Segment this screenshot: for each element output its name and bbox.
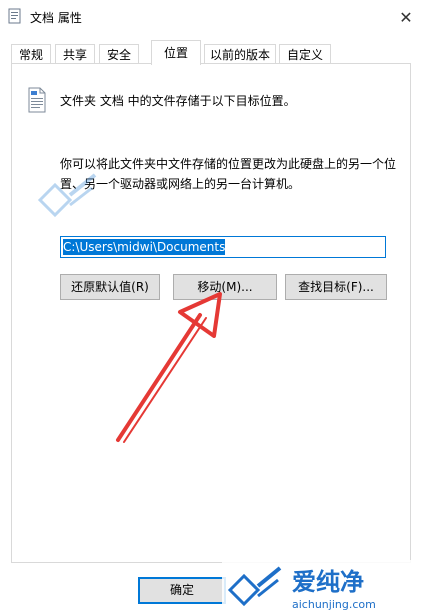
close-icon: ✕ (399, 7, 413, 27)
location-explanation: 你可以将此文件夹中文件存储的位置更改为此硬盘上的另一个位置、另一个驱动器或网络上… (60, 157, 397, 191)
watermark-logo-icon (37, 173, 97, 218)
path-value: C:\Users\midwi\Documents (63, 239, 226, 255)
watermark-brand: 爱纯净 (292, 568, 364, 596)
tab-location[interactable]: 位置 (151, 40, 201, 65)
red-arrow-icon (116, 292, 222, 443)
tab-general[interactable]: 常规 (11, 44, 51, 64)
document-folder-icon (28, 87, 46, 113)
window-title: 文档 属性 (30, 11, 82, 25)
tab-customize[interactable]: 自定义 (279, 44, 331, 64)
tab-strip: 常规 共享 安全 位置 以前的版本 自定义 (0, 40, 421, 65)
folder-description: 文件夹 文档 中的文件存储于以下目标位置。 (60, 94, 296, 108)
tab-previous-versions[interactable]: 以前的版本 (204, 44, 276, 64)
tab-sharing[interactable]: 共享 (55, 44, 95, 64)
brand-watermark: 爱纯净 aichunjing.com (222, 560, 421, 615)
tab-security[interactable]: 安全 (99, 44, 139, 64)
document-icon (8, 8, 21, 24)
close-button[interactable]: ✕ (391, 0, 421, 34)
title-bar: 文档 属性 ✕ (0, 0, 421, 34)
ok-button[interactable]: 确定 (138, 577, 226, 604)
find-target-button[interactable]: 查找目标(F)... (285, 274, 387, 300)
watermark-url: aichunjing.com (292, 598, 376, 611)
